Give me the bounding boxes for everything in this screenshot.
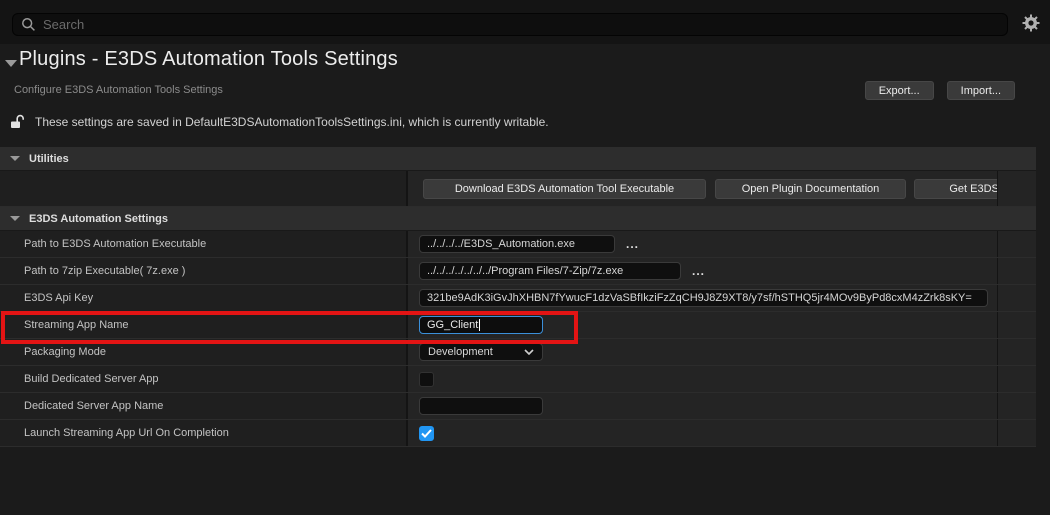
open-documentation-button[interactable]: Open Plugin Documentation (715, 179, 906, 199)
row-label: E3DS Api Key (0, 285, 408, 311)
section-collapse-icon[interactable] (10, 216, 20, 221)
reset-column (997, 285, 1036, 311)
row-dedicated-server-name: Dedicated Server App Name (0, 393, 1036, 420)
row-launch-url: Launch Streaming App Url On Completion (0, 420, 1036, 447)
get-api-key-button[interactable]: Get E3DS A (914, 179, 997, 199)
reset-column (997, 312, 1036, 338)
row-label: Streaming App Name (0, 312, 408, 338)
row-label (0, 171, 408, 206)
search-input[interactable] (43, 17, 999, 32)
row-zip-path: Path to 7zip Executable( 7z.exe ) ... (0, 258, 1036, 285)
launch-url-checkbox[interactable] (419, 426, 434, 441)
checkmark-icon (421, 429, 432, 438)
row-api-key: E3DS Api Key (0, 285, 1036, 312)
packaging-mode-dropdown[interactable]: Development (419, 343, 543, 361)
row-label: Build Dedicated Server App (0, 366, 408, 392)
packaging-mode-value: Development (428, 346, 493, 358)
text-caret (479, 319, 480, 331)
download-executable-button[interactable]: Download E3DS Automation Tool Executable (423, 179, 706, 199)
page-title: Plugins - E3DS Automation Tools Settings (19, 48, 398, 71)
section-utilities[interactable]: Utilities (0, 147, 1036, 171)
row-packaging-mode: Packaging Mode Development (0, 339, 1036, 366)
dedicated-server-name-input[interactable] (419, 397, 543, 415)
streaming-app-name-input[interactable]: GG_Client (419, 316, 543, 334)
export-button[interactable]: Export... (865, 81, 934, 100)
search-bar[interactable] (12, 13, 1008, 36)
row-build-dedicated-server: Build Dedicated Server App (0, 366, 1036, 393)
settings-table: Utilities Download E3DS Automation Tool … (0, 147, 1036, 447)
notice-text: These settings are saved in DefaultE3DSA… (35, 115, 549, 129)
section-collapse-icon[interactable] (10, 156, 20, 161)
gear-icon[interactable] (1021, 13, 1041, 33)
reset-column (997, 420, 1036, 446)
streaming-app-name-value: GG_Client (427, 319, 478, 331)
row-label: Path to E3DS Automation Executable (0, 231, 408, 257)
utilities-buttons-row: Download E3DS Automation Tool Executable… (0, 171, 1036, 207)
collapse-arrow-icon[interactable] (5, 60, 17, 67)
browse-button[interactable]: ... (689, 262, 708, 280)
section-title: Utilities (29, 153, 69, 165)
top-toolbar (0, 0, 1050, 44)
automation-path-input[interactable] (419, 235, 615, 253)
row-label: Packaging Mode (0, 339, 408, 365)
page-subtitle: Configure E3DS Automation Tools Settings (14, 84, 223, 96)
reset-column (997, 366, 1036, 392)
chevron-down-icon (524, 349, 534, 355)
zip-path-input[interactable] (419, 262, 681, 280)
reset-column (997, 258, 1036, 284)
browse-button[interactable]: ... (623, 235, 642, 253)
reset-column (997, 231, 1036, 257)
api-key-input[interactable] (419, 289, 988, 307)
row-label: Dedicated Server App Name (0, 393, 408, 419)
header-actions: Export... Import... (865, 81, 1015, 100)
row-label: Launch Streaming App Url On Completion (0, 420, 408, 446)
unlocked-padlock-icon (10, 114, 24, 129)
search-icon (21, 17, 36, 32)
settings-window: Plugins - E3DS Automation Tools Settings… (0, 0, 1050, 515)
reset-column (997, 171, 1036, 206)
row-streaming-app-name: Streaming App Name GG_Client (0, 312, 1036, 339)
build-dedicated-server-checkbox[interactable] (419, 372, 434, 387)
reset-column (997, 339, 1036, 365)
import-button[interactable]: Import... (947, 81, 1015, 100)
section-title: E3DS Automation Settings (29, 213, 168, 225)
config-writable-notice: These settings are saved in DefaultE3DSA… (10, 114, 549, 129)
section-automation-settings[interactable]: E3DS Automation Settings (0, 207, 1036, 231)
reset-column (997, 393, 1036, 419)
row-label: Path to 7zip Executable( 7z.exe ) (0, 258, 408, 284)
row-automation-path: Path to E3DS Automation Executable ... (0, 231, 1036, 258)
